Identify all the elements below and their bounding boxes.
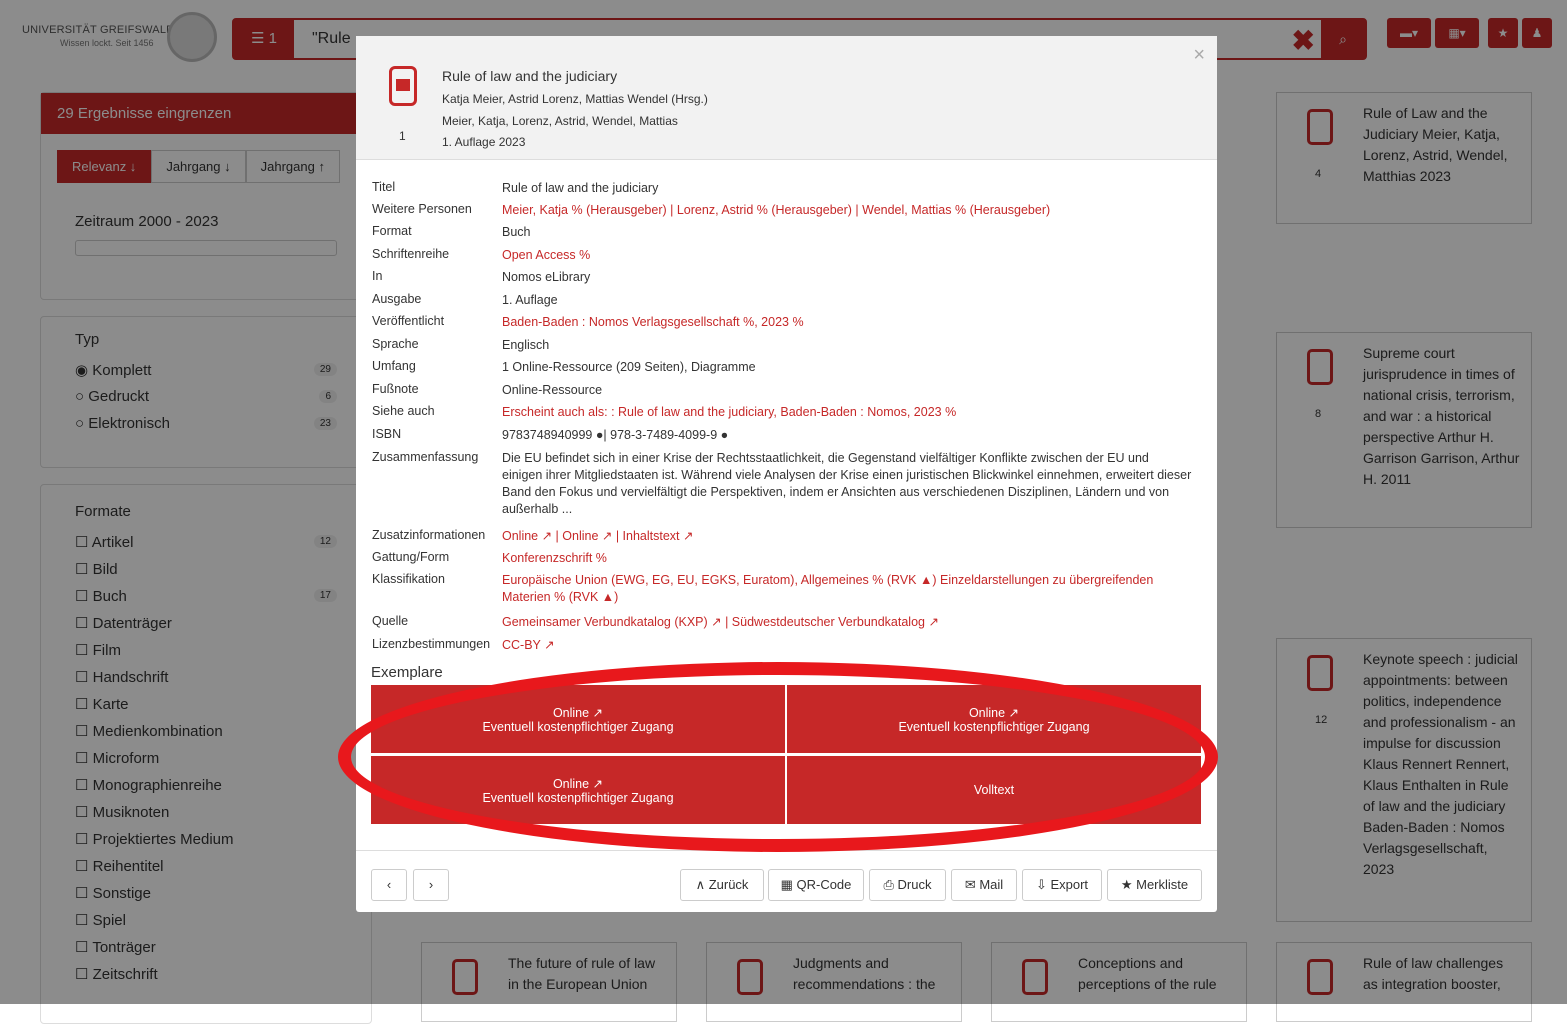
detail-row: Format Buch	[372, 224, 1192, 241]
exemplar-button[interactable]: Online ↗ Eventuell kostenpflichtiger Zuga…	[787, 685, 1201, 753]
record-title: Rule of law and the judiciary	[442, 68, 618, 84]
detail-key: In	[372, 269, 383, 283]
exemplar-label: Online ↗	[552, 776, 604, 791]
detail-row: ISBN 9783748940999 ●| 978-3-7489-4099-9 ●	[372, 427, 1192, 444]
detail-value[interactable]: Meier, Katja % (Herausgeber) | Lorenz, A…	[502, 202, 1192, 219]
record-detail-modal: 1 Rule of law and the judiciary Katja Me…	[356, 36, 1217, 912]
detail-value[interactable]: Online ↗ | Online ↗ | Inhaltstext ↗	[502, 528, 1192, 545]
detail-value[interactable]: Konferenzschrift %	[502, 550, 1192, 567]
modal-header: 1 Rule of law and the judiciary Katja Me…	[356, 36, 1217, 160]
close-icon[interactable]: ×	[1193, 44, 1205, 67]
exemplare-heading: Exemplare	[371, 664, 443, 681]
exemplar-label: Volltext	[973, 783, 1015, 797]
detail-value: Rule of law and the judiciary	[502, 181, 659, 195]
detail-value: Englisch	[502, 338, 550, 352]
exemplar-button[interactable]: Online ↗ Eventuell kostenpflichtiger Zuga…	[371, 685, 785, 753]
exemplar-note: Eventuell kostenpflichtiger Zugang	[898, 719, 1090, 734]
ebook-icon	[389, 66, 417, 106]
exemplar-note: Eventuell kostenpflichtiger Zugang	[482, 790, 674, 805]
detail-value[interactable]: Europäische Union (EWG, EG, EU, EGKS, Eu…	[502, 572, 1192, 606]
detail-key: Schriftenreihe	[372, 247, 450, 261]
volltext-button[interactable]: Volltext	[787, 756, 1201, 824]
detail-row: Fußnote Online-Ressource	[372, 382, 1192, 399]
record-editors: Katja Meier, Astrid Lorenz, Mattias Wend…	[442, 92, 708, 106]
detail-key: Fußnote	[372, 382, 419, 396]
detail-value: 1. Auflage	[502, 293, 558, 307]
next-button[interactable]: ›	[413, 869, 449, 901]
modal-footer: ‹ › ∧ Zurück ▦ QR-Code ⎙ Druck ✉ Mail ⇩ …	[356, 850, 1217, 912]
record-persons: Meier, Katja, Lorenz, Astrid, Wendel, Ma…	[442, 114, 678, 128]
export-button[interactable]: ⇩ Export	[1022, 869, 1102, 901]
detail-value[interactable]: CC-BY ↗	[502, 637, 1192, 654]
record-edition: 1. Auflage 2023	[442, 135, 526, 149]
detail-key: Veröffentlicht	[372, 314, 445, 328]
detail-row: Quelle Gemeinsamer Verbundkatalog (KXP) ↗…	[372, 614, 1192, 631]
detail-key: Siehe auch	[372, 404, 435, 418]
detail-value: Nomos eLibrary	[502, 270, 591, 284]
detail-key: Gattung/Form	[372, 550, 450, 564]
record-number: 1	[399, 129, 406, 143]
detail-key: Umfang	[372, 359, 416, 373]
merkliste-button[interactable]: ★ Merkliste	[1107, 869, 1202, 901]
detail-key: ISBN	[372, 427, 402, 441]
detail-value: 1 Online-Ressource (209 Seiten), Diagram…	[502, 360, 756, 374]
detail-value[interactable]: Gemeinsamer Verbundkatalog (KXP) ↗ | Süd…	[502, 614, 1192, 631]
detail-row: Sprache Englisch	[372, 337, 1192, 354]
detail-value: Buch	[502, 225, 531, 239]
detail-key: Format	[372, 224, 412, 238]
detail-row: Zusammenfassung Die EU befindet sich in e…	[372, 450, 1192, 518]
detail-key: Weitere Personen	[372, 202, 472, 216]
print-button[interactable]: ⎙ Druck	[869, 869, 946, 901]
detail-row: Ausgabe 1. Auflage	[372, 292, 1192, 309]
detail-key: Klassifikation	[372, 572, 445, 586]
detail-key: Lizenzbestimmungen	[372, 637, 491, 651]
mail-button[interactable]: ✉ Mail	[951, 869, 1017, 901]
exemplar-label: Online ↗	[552, 705, 604, 720]
detail-value: Online-Ressource	[502, 383, 603, 397]
back-button[interactable]: ∧ Zurück	[680, 869, 764, 901]
detail-key: Sprache	[372, 337, 419, 351]
qr-code-button[interactable]: ▦ QR-Code	[768, 869, 864, 901]
exemplar-label: Online ↗	[968, 705, 1020, 720]
detail-key: Quelle	[372, 614, 409, 628]
detail-row: Schriftenreihe Open Access %	[372, 247, 1192, 264]
detail-key: Zusatzinformationen	[372, 528, 486, 542]
detail-row: Veröffentlicht Baden-Baden : Nomos Verlag…	[372, 314, 1192, 331]
detail-value[interactable]: Open Access %	[502, 247, 1192, 264]
detail-value[interactable]: Baden-Baden : Nomos Verlagsgesellschaft …	[502, 314, 1192, 331]
detail-row: Titel Rule of law and the judiciary	[372, 180, 1192, 197]
detail-row: Klassifikation Europäische Union (EWG, EG…	[372, 572, 1192, 606]
exemplar-button[interactable]: Online ↗ Eventuell kostenpflichtiger Zuga…	[371, 756, 785, 824]
detail-value: 9783748940999 ●| 978-3-7489-4099-9 ●	[502, 428, 729, 442]
detail-row: Umfang 1 Online-Ressource (209 Seiten), D…	[372, 359, 1192, 376]
detail-row: In Nomos eLibrary	[372, 269, 1192, 286]
detail-key: Ausgabe	[372, 292, 422, 306]
detail-key: Titel	[372, 180, 396, 194]
detail-value[interactable]: Erscheint auch als: : Rule of law and th…	[502, 404, 1192, 421]
detail-row: Zusatzinformationen Online ↗ | Online ↗ |…	[372, 528, 1192, 545]
detail-value: Die EU befindet sich in einer Krise der …	[502, 451, 1192, 516]
detail-row: Lizenzbestimmungen CC-BY ↗	[372, 637, 1192, 654]
prev-button[interactable]: ‹	[371, 869, 407, 901]
detail-key: Zusammenfassung	[372, 450, 479, 464]
exemplar-note: Eventuell kostenpflichtiger Zugang	[482, 719, 674, 734]
detail-row: Weitere Personen Meier, Katja % (Herausge…	[372, 202, 1192, 219]
detail-row: Siehe auch Erscheint auch als: : Rule of …	[372, 404, 1192, 421]
detail-row: Gattung/Form Konferenzschrift %	[372, 550, 1192, 567]
